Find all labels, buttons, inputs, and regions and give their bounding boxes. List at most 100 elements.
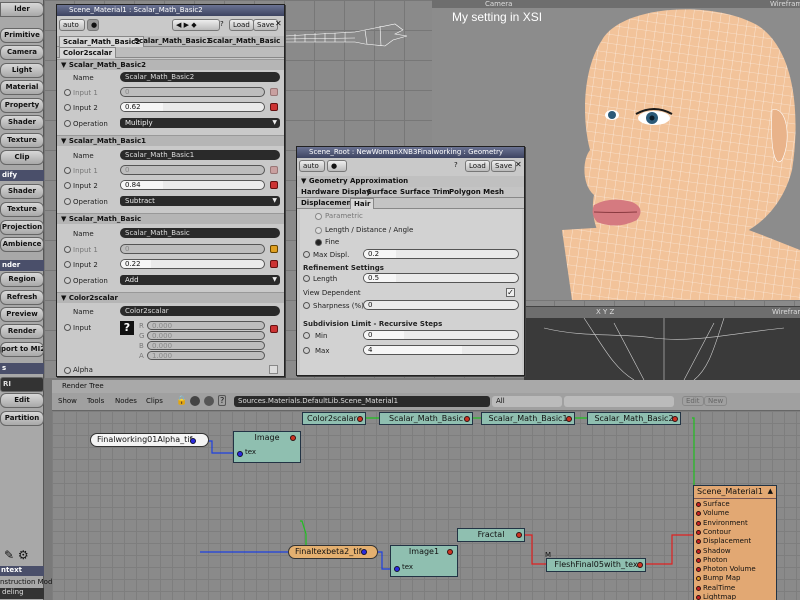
node-scalar-math-basic2[interactable]: Scalar_Math_Basic2 bbox=[587, 412, 681, 425]
refresh-icon[interactable] bbox=[190, 396, 200, 406]
close-icon[interactable]: ✕ bbox=[515, 160, 522, 169]
input2-slider[interactable]: 0.62 bbox=[120, 102, 265, 112]
node-fractal[interactable]: Fractal bbox=[457, 528, 525, 542]
radio-parametric[interactable] bbox=[315, 213, 322, 220]
lock-icon[interactable]: 🔒 bbox=[176, 396, 187, 406]
node-output-port[interactable] bbox=[190, 438, 196, 444]
tab-scalar-math-basic1[interactable]: Scalar_Math_Basic1 bbox=[131, 36, 214, 47]
property-button[interactable]: Property bbox=[0, 98, 44, 113]
connect-icon[interactable] bbox=[270, 245, 278, 253]
lock-icon[interactable]: ● bbox=[327, 160, 347, 172]
render-button[interactable]: Render bbox=[0, 324, 44, 339]
auto-dropdown[interactable]: auto bbox=[299, 160, 325, 172]
animation-led[interactable] bbox=[64, 120, 71, 127]
node-output-port[interactable] bbox=[637, 562, 643, 568]
help-icon[interactable]: ? bbox=[217, 19, 227, 31]
node-output-port[interactable] bbox=[516, 532, 522, 538]
section-header-scalar-math-basic[interactable]: ▼ Scalar_Math_Basic bbox=[57, 213, 284, 224]
animation-led[interactable] bbox=[64, 324, 71, 331]
construction-mode-dropdown[interactable]: deling bbox=[0, 588, 44, 599]
animation-led[interactable] bbox=[64, 198, 71, 205]
node-color2scalar[interactable]: Color2scalar bbox=[302, 412, 366, 425]
color-swatch[interactable]: ? bbox=[120, 321, 134, 335]
help-icon[interactable]: ? bbox=[218, 395, 227, 406]
tab-hair[interactable]: Hair bbox=[350, 198, 375, 209]
section-header-scalar-math-basic2[interactable]: ▼ Scalar_Math_Basic2 bbox=[57, 59, 284, 70]
material-button[interactable]: Material bbox=[0, 80, 44, 95]
ambience-button[interactable]: Ambience bbox=[0, 237, 44, 252]
material-input-port[interactable] bbox=[696, 557, 701, 563]
camera-button[interactable]: Camera bbox=[0, 45, 44, 60]
connect-icon[interactable] bbox=[270, 260, 278, 268]
input2-slider[interactable]: 0.84 bbox=[120, 180, 265, 190]
view-dependent-checkbox[interactable]: ✓ bbox=[506, 288, 515, 297]
node-scalar-math-basic1[interactable]: Scalar_Math_Basic1 bbox=[481, 412, 575, 425]
input1-slider[interactable]: 0 bbox=[120, 165, 265, 175]
max-slider[interactable]: 4 bbox=[363, 345, 519, 355]
shader-button[interactable]: Shader bbox=[0, 115, 44, 130]
tool-icons[interactable]: ✎ ⚙ bbox=[4, 548, 29, 562]
name-field[interactable]: Color2scalar bbox=[120, 306, 280, 316]
node-output-port[interactable] bbox=[566, 416, 572, 422]
animation-led[interactable] bbox=[64, 89, 71, 96]
material-input-port[interactable] bbox=[696, 567, 701, 573]
tab-hardware-display[interactable]: Hardware Display bbox=[298, 187, 374, 198]
material-input-port[interactable] bbox=[696, 502, 701, 507]
animation-led[interactable] bbox=[303, 251, 310, 258]
animation-led[interactable] bbox=[303, 275, 310, 282]
partition-button[interactable]: Partition bbox=[0, 411, 44, 426]
node-input-port[interactable] bbox=[237, 451, 243, 457]
animation-led[interactable] bbox=[64, 261, 71, 268]
navigate-arrows[interactable]: ◀ ▶ ◆ bbox=[172, 19, 220, 31]
input1-slider[interactable]: 0 bbox=[120, 244, 265, 254]
material-input-port[interactable] bbox=[696, 511, 701, 517]
animation-led[interactable] bbox=[64, 167, 71, 174]
node-output-port[interactable] bbox=[290, 435, 296, 441]
tab-scalar-math-basic[interactable]: Scalar_Math_Basic bbox=[205, 36, 283, 47]
tab-polygon-mesh[interactable]: Polygon Mesh bbox=[446, 187, 507, 198]
light-button[interactable]: Light bbox=[0, 63, 44, 78]
wireframe-label[interactable]: Wirefram bbox=[770, 0, 800, 8]
menu-nodes[interactable]: Nodes bbox=[115, 397, 137, 405]
animation-led[interactable] bbox=[64, 246, 71, 253]
material-input-port[interactable] bbox=[696, 539, 701, 545]
r-slider[interactable]: 0.000 bbox=[147, 321, 265, 330]
max-displ-slider[interactable]: 0.2 bbox=[363, 249, 519, 259]
render-tree-path[interactable]: Sources.Materials.DefaultLib.Scene_Mater… bbox=[234, 396, 490, 407]
animation-led[interactable] bbox=[303, 302, 310, 309]
section-header-color2scalar[interactable]: ▼ Color2scalar bbox=[57, 292, 284, 303]
refresh-button[interactable]: Refresh bbox=[0, 290, 44, 305]
perspective-viewport[interactable] bbox=[524, 318, 800, 380]
connect-icon[interactable] bbox=[270, 325, 278, 333]
animation-led[interactable] bbox=[303, 332, 310, 339]
node-output-port[interactable] bbox=[447, 549, 453, 555]
tab-displacement[interactable]: Displacement bbox=[298, 198, 358, 209]
g-slider[interactable]: 0.000 bbox=[147, 331, 265, 340]
radio-fine[interactable] bbox=[315, 239, 322, 246]
animation-led[interactable] bbox=[64, 104, 71, 111]
edit-button[interactable]: Edit bbox=[682, 396, 704, 406]
animation-led[interactable] bbox=[303, 347, 310, 354]
input1-slider[interactable]: 0 bbox=[120, 87, 265, 97]
node-scalar-math-basic[interactable]: Scalar_Math_Basic bbox=[379, 412, 473, 425]
menu-clips[interactable]: Clips bbox=[146, 397, 163, 405]
help-icon[interactable]: ? bbox=[451, 160, 463, 172]
node-scene-material1[interactable]: Scene_Material1 ▲ Surface Volume Environme… bbox=[693, 485, 777, 600]
texture-button[interactable]: Texture bbox=[0, 133, 44, 148]
save-button[interactable]: Save bbox=[491, 160, 517, 172]
filter-dropdown[interactable]: All bbox=[492, 396, 562, 407]
connect-icon[interactable] bbox=[270, 166, 278, 174]
renderer-dropdown[interactable]: RI bbox=[0, 377, 44, 392]
sharpness-slider[interactable]: 0 bbox=[363, 300, 519, 310]
material-input-port[interactable] bbox=[696, 529, 701, 535]
node-output-port[interactable] bbox=[357, 416, 363, 422]
operation-dropdown[interactable]: Add bbox=[120, 275, 280, 285]
update-icon[interactable] bbox=[204, 396, 214, 406]
node-output-port[interactable] bbox=[464, 416, 470, 422]
node-output-port[interactable] bbox=[361, 549, 367, 555]
alpha-checkbox[interactable] bbox=[269, 365, 278, 374]
animation-led[interactable] bbox=[64, 277, 71, 284]
wireframe-label-2[interactable]: Wirefram bbox=[772, 308, 800, 316]
material-input-port[interactable] bbox=[696, 585, 701, 591]
name-field[interactable]: Scalar_Math_Basic bbox=[120, 228, 280, 238]
